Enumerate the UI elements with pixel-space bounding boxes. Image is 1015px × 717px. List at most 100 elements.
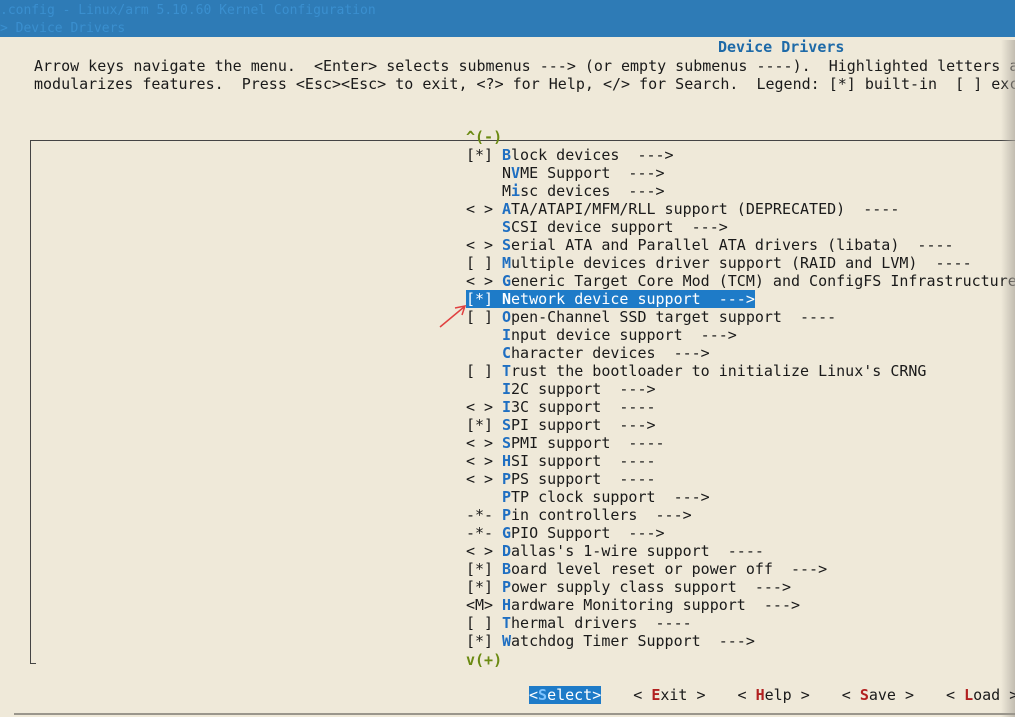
menu-item-label: pen-Channel SSD target support ---- (511, 308, 837, 326)
button-rest: elp (764, 686, 792, 704)
menu-item-label: PI support ---> (511, 416, 656, 434)
menu-item-label: rust the bootloader to initialize Linux'… (511, 362, 927, 380)
menu-item-state: [ ] (466, 254, 494, 272)
menu-item[interactable]: [*] Power supply class support ---> (466, 578, 1015, 596)
menu-item-state: [ ] (466, 308, 494, 326)
menu-item-hotkey: P (502, 578, 512, 596)
menu-item[interactable]: PTP clock support ---> (466, 488, 1015, 506)
menu-item-hotkey: H (502, 596, 512, 614)
select-button[interactable]: <Select> (529, 686, 602, 704)
menu-item-label: SI support ---- (511, 452, 656, 470)
menu-item-content: < > HSI support ---- (466, 452, 656, 470)
menu-item[interactable]: [ ] Open-Channel SSD target support ---- (466, 308, 1015, 326)
menu-item-label: ower supply class support ---> (511, 578, 791, 596)
menu-item-content: Input device support ---> (466, 326, 737, 344)
button-hot: L (964, 686, 974, 704)
menu-item[interactable]: [*] Block devices ---> (466, 146, 1015, 164)
menu-item[interactable]: < > Serial ATA and Parallel ATA drivers (… (466, 236, 1015, 254)
menu-list: [*] Block devices ---> NVME Support ---> Mi… (466, 146, 1015, 650)
menu-item[interactable]: [*] Board level reset or power off ---> (466, 560, 1015, 578)
menu-item-content: < > Serial ATA and Parallel ATA drivers (… (466, 236, 954, 254)
menu-item[interactable]: -*- GPIO Support ---> (466, 524, 1015, 542)
menu-item-content: [ ] Multiple devices driver support (RAID… (466, 254, 972, 272)
button-close: > (592, 686, 602, 704)
menu-item-state: < > (466, 398, 494, 416)
menu-item-content: PTP clock support ---> (466, 488, 710, 506)
menu-item[interactable]: <M> Hardware Monitoring support ---> (466, 596, 1015, 614)
load-button[interactable]: < Load > (946, 686, 1015, 704)
menu-item-hotkey: i (511, 182, 521, 200)
menu-item-label: haracter devices ---> (511, 344, 710, 362)
menu-item-content: < > ATA/ATAPI/MFM/RLL support (DEPRECATED… (466, 200, 899, 218)
menu-item-hotkey: G (502, 272, 512, 290)
menu-item-content: [*] Watchdog Timer Support ---> (466, 632, 755, 650)
menu-item[interactable]: < > PPS support ---- (466, 470, 1015, 488)
exit-button[interactable]: < Exit > (633, 686, 705, 704)
menu-item-state: < > (466, 470, 494, 488)
menu-item-state: < > (466, 200, 494, 218)
menu-item[interactable]: [*] SPI support ---> (466, 416, 1015, 434)
menu-item-content: <M> Hardware Monitoring support ---> (466, 596, 800, 614)
menu-item-label: ardware Monitoring support ---> (511, 596, 801, 614)
menu-item-label: eneric Target Core Mod (TCM) and ConfigF… (511, 272, 1015, 290)
menu-item-label: lock devices ---> (511, 146, 674, 164)
menu-item[interactable]: [ ] Thermal drivers ---- (466, 614, 1015, 632)
menu-item-state: < > (466, 434, 494, 452)
help-button[interactable]: < Help > (738, 686, 810, 704)
menu-item-hotkey: P (502, 506, 512, 524)
menu-item[interactable]: < > ATA/ATAPI/MFM/RLL support (DEPRECATED… (466, 200, 1015, 218)
menu-item[interactable]: -*- Pin controllers ---> (466, 506, 1015, 524)
window-edge-shadow (1001, 40, 1015, 717)
menu-item-hotkey: I (502, 380, 512, 398)
menu-item-content: Misc devices ---> (466, 182, 665, 200)
menu-item-label: ME Support ---> (520, 164, 665, 182)
menu-item[interactable]: SCSI device support ---> (466, 218, 1015, 236)
menu-item-state: < > (466, 452, 494, 470)
menu-item-label: erial ATA and Parallel ATA drivers (liba… (511, 236, 954, 254)
menu-item-content: -*- Pin controllers ---> (466, 506, 692, 524)
breadcrumb: > Device Drivers (0, 21, 126, 36)
menu-item[interactable]: [*] Watchdog Timer Support ---> (466, 632, 1015, 650)
menu-item[interactable]: I2C support ---> (466, 380, 1015, 398)
button-open: < (529, 686, 539, 704)
menu-item-hotkey: I (502, 326, 512, 344)
button-open: < (946, 686, 965, 704)
menu-item-hotkey: P (502, 470, 512, 488)
menu-item-label: PS support ---- (511, 470, 656, 488)
menu-item-hotkey: P (502, 488, 512, 506)
menu-item[interactable]: < > I3C support ---- (466, 398, 1015, 416)
menu-item[interactable]: < > Generic Target Core Mod (TCM) and Con… (466, 272, 1015, 290)
menu-item-content: [ ] Thermal drivers ---- (466, 614, 692, 632)
menu-item-hotkey: T (502, 362, 512, 380)
menu-item[interactable]: Character devices ---> (466, 344, 1015, 362)
menu-item[interactable]: < > SPMI support ---- (466, 434, 1015, 452)
menu-item[interactable]: [*] Network device support ---> (466, 290, 1015, 308)
menu-item-content: SCSI device support ---> (466, 218, 728, 236)
menu-item-state: <M> (466, 596, 494, 614)
menu-item[interactable]: Misc devices ---> (466, 182, 1015, 200)
menu-item-state: -*- (466, 524, 494, 542)
menu-item-content: < > PPS support ---- (466, 470, 656, 488)
menu-item[interactable]: [ ] Trust the bootloader to initialize Li… (466, 362, 1015, 380)
button-close: > (1009, 686, 1015, 704)
button-open: < (841, 686, 860, 704)
save-button[interactable]: < Save > (842, 686, 914, 704)
menu-item[interactable]: < > Dallas's 1-wire support ---- (466, 542, 1015, 560)
menu-item[interactable]: Input device support ---> (466, 326, 1015, 344)
menu-item-content: [*] Network device support ---> (466, 290, 755, 308)
menu-item[interactable]: [ ] Multiple devices driver support (RAID… (466, 254, 1015, 272)
menu-item-hotkey: T (502, 614, 512, 632)
menu-item-label: nput device support ---> (511, 326, 737, 344)
menu-item-state: < > (466, 542, 494, 560)
button-bar: <Select> < Exit > < Help > < Save > < Load > (529, 686, 1015, 704)
menu-item-content: Character devices ---> (466, 344, 710, 362)
menu-item-label: 2C support ---> (511, 380, 656, 398)
menu-item-hotkey: S (502, 434, 512, 452)
menu-item[interactable]: < > HSI support ---- (466, 452, 1015, 470)
menu-item-content: -*- GPIO Support ---> (466, 524, 665, 542)
menu-item-content: [*] Block devices ---> (466, 146, 674, 164)
menu-item[interactable]: NVME Support ---> (466, 164, 1015, 182)
button-rest: elect (547, 686, 593, 704)
menu-item-hotkey: H (502, 452, 512, 470)
menu-item-state: < > (466, 272, 494, 290)
